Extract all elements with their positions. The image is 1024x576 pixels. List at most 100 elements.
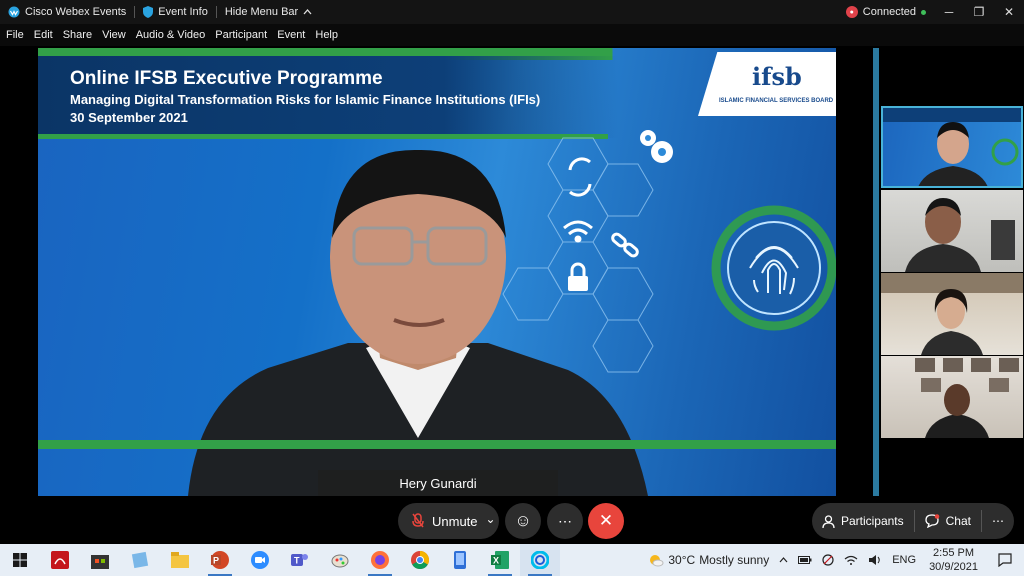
notifications-button[interactable] <box>986 553 1024 567</box>
webex-logo-icon <box>8 6 20 18</box>
svg-text:P: P <box>213 556 219 566</box>
taskbar-store[interactable] <box>80 544 120 576</box>
chat-button[interactable]: Chat <box>915 514 981 528</box>
end-call-button[interactable]: ✕ <box>588 503 624 539</box>
microphone-muted-icon <box>412 513 424 528</box>
menu-help[interactable]: Help <box>310 29 343 41</box>
notes-icon <box>131 551 149 569</box>
taskbar-clock[interactable]: 2:55 PM 30/9/2021 <box>921 546 986 574</box>
main-video-stage[interactable]: Online IFSB Executive Programme Managing… <box>38 48 836 496</box>
menu-file[interactable]: File <box>0 29 29 41</box>
participant-thumbnail[interactable] <box>881 356 1023 438</box>
wifi-status[interactable] <box>839 555 863 565</box>
taskbar-paint[interactable] <box>320 544 360 576</box>
menu-event[interactable]: Event <box>272 29 310 41</box>
participant-thumbnail[interactable] <box>881 106 1023 188</box>
hide-menu-bar-button[interactable]: Hide Menu Bar <box>217 6 320 18</box>
weather-widget[interactable]: 30°C Mostly sunny <box>643 553 774 567</box>
taskbar-notes[interactable] <box>120 544 160 576</box>
speaker-video-feed <box>188 149 648 496</box>
input-language[interactable]: ENG <box>887 554 921 566</box>
panel-divider[interactable] <box>873 48 879 496</box>
chat-icon <box>924 514 939 528</box>
clock-date: 30/9/2021 <box>929 561 978 573</box>
chevron-down-icon[interactable]: ⌄ <box>486 512 496 526</box>
minimize-button[interactable]: ─ <box>934 5 964 19</box>
slide-subtitle: Managing Digital Transformation Risks fo… <box>70 92 541 107</box>
window-title-bar: Cisco Webex Events Event Info Hide Menu … <box>0 0 1024 24</box>
chevron-up-icon <box>303 9 312 15</box>
title-bar-right: ● Connected ─ ❐ ✕ <box>838 0 1024 24</box>
hide-menu-bar-label: Hide Menu Bar <box>224 6 299 18</box>
menu-view[interactable]: View <box>97 29 131 41</box>
sun-cloud-icon <box>650 555 664 567</box>
taskbar-powerpoint[interactable]: P <box>200 544 240 576</box>
system-tray: 30°C Mostly sunny ENG 2:55 PM 30/9/2021 <box>643 544 1024 576</box>
slide-title: Online IFSB Executive Programme <box>70 68 383 89</box>
taskbar-zoom[interactable] <box>240 544 280 576</box>
taskbar-firefox[interactable] <box>360 544 400 576</box>
close-button[interactable]: ✕ <box>994 5 1024 19</box>
app-name: Cisco Webex Events <box>25 6 127 18</box>
notification-icon <box>998 553 1012 567</box>
network-icon <box>822 554 834 566</box>
paint-icon <box>331 554 349 568</box>
wifi-icon <box>844 555 858 565</box>
person-icon <box>822 514 835 528</box>
fingerprint-icon <box>711 205 836 331</box>
folder-icon <box>171 552 189 568</box>
connection-status[interactable]: ● Connected <box>838 6 934 18</box>
side-panel-controls: Participants Chat ⋯ <box>811 503 1014 539</box>
firefox-icon <box>371 551 389 569</box>
powerpoint-icon: P <box>211 551 229 569</box>
store-icon <box>91 555 109 569</box>
chevron-up-icon <box>779 557 788 563</box>
menu-share[interactable]: Share <box>58 29 97 41</box>
battery-status[interactable] <box>793 556 817 564</box>
shield-icon <box>143 6 154 18</box>
taskbar-excel[interactable]: X <box>480 544 520 576</box>
participants-button[interactable]: Participants <box>812 514 914 528</box>
battery-icon <box>798 556 812 564</box>
taskbar-phone[interactable] <box>440 544 480 576</box>
participant-thumbnail[interactable] <box>881 190 1023 272</box>
taskbar-teams[interactable]: T <box>280 544 320 576</box>
slide-date: 30 September 2021 <box>70 110 188 125</box>
participants-label: Participants <box>840 514 904 528</box>
chrome-icon <box>411 551 429 569</box>
chat-label: Chat <box>945 514 971 528</box>
taskbar-acrobat[interactable] <box>40 544 80 576</box>
more-options-button[interactable]: ⋯ <box>547 503 583 539</box>
speaker-name-label: Hery Gunardi <box>318 470 558 496</box>
teams-icon: T <box>291 554 308 566</box>
unmute-label: Unmute <box>432 513 478 529</box>
more-icon: ⋯ <box>558 512 572 529</box>
menu-participant[interactable]: Participant <box>210 29 272 41</box>
unmute-button[interactable]: Unmute ⌄ <box>398 503 499 539</box>
menu-edit[interactable]: Edit <box>29 29 58 41</box>
event-info-button[interactable]: Event Info <box>135 6 216 18</box>
show-hidden-icons-button[interactable] <box>774 557 793 563</box>
slide-stripe <box>38 440 836 449</box>
ifsb-logo: ifsb <box>752 62 802 91</box>
windows-logo-icon <box>13 553 27 567</box>
participant-thumbnail[interactable] <box>881 273 1023 355</box>
status-dot-icon <box>921 9 926 15</box>
participant-video <box>915 358 1019 438</box>
acrobat-icon <box>51 551 69 569</box>
start-button[interactable] <box>0 544 40 576</box>
taskbar-file-explorer[interactable] <box>160 544 200 576</box>
excel-icon: X <box>491 551 509 569</box>
webex-icon <box>531 551 549 569</box>
taskbar-chrome[interactable] <box>400 544 440 576</box>
svg-text:T: T <box>294 556 300 566</box>
volume-control[interactable] <box>863 554 887 566</box>
taskbar-webex[interactable] <box>520 544 560 576</box>
participant-video <box>881 273 1023 355</box>
restore-button[interactable]: ❐ <box>964 5 994 19</box>
menu-audio-video[interactable]: Audio & Video <box>131 29 211 41</box>
close-icon: ✕ <box>598 511 614 530</box>
network-status[interactable] <box>817 554 839 566</box>
more-panel-options-button[interactable]: ⋯ <box>982 514 1014 528</box>
reactions-button[interactable]: ☺ <box>505 503 541 539</box>
